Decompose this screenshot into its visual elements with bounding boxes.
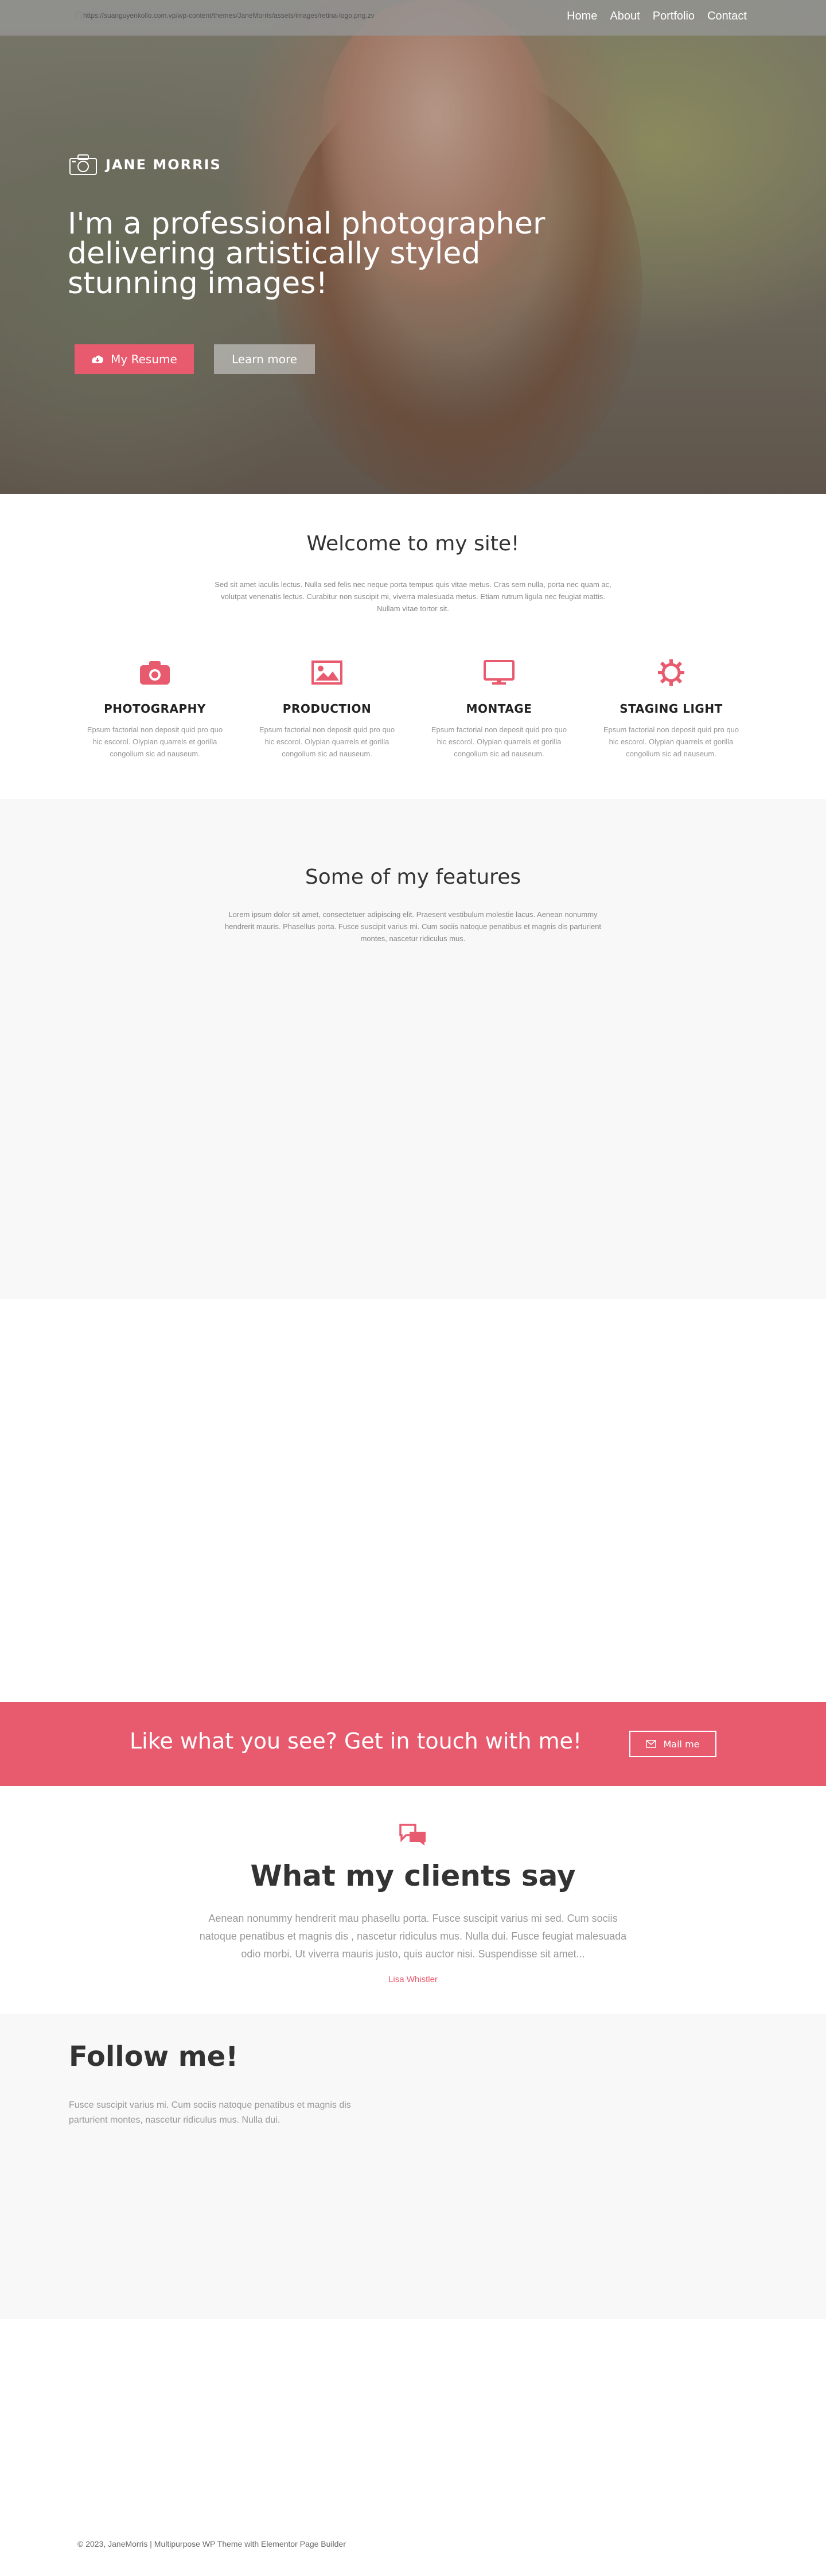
camera-outline-icon [69, 154, 97, 175]
resume-button[interactable]: My Resume [75, 344, 194, 374]
cta-banner: Like what you see? Get in touch with me!… [0, 1702, 826, 1786]
logo-alt-text: https://suanguyenkollo.com.vp/wp-content… [83, 11, 375, 20]
follow-text: Fusce suscipit varius mi. Cum sociis nat… [69, 2100, 351, 2125]
testimonials-section: What my clients say Aenean nonummy hendr… [0, 1786, 826, 2014]
follow-section: Follow me! Fusce suscipit varius mi. Cum… [0, 2014, 826, 2319]
top-nav: https://suanguyenkollo.com.vp/wp-content… [0, 0, 826, 36]
camera-icon [140, 661, 170, 685]
welcome-intro: Sed sit amet iaculis lectus. Nulla sed f… [215, 580, 611, 613]
testimonials-title: What my clients say [250, 1859, 576, 1893]
empty-section [0, 2319, 826, 2516]
learn-more-button[interactable]: Learn more [214, 344, 315, 374]
empty-section [0, 1299, 826, 1702]
image-icon [311, 660, 342, 685]
mail-me-button[interactable]: Mail me [629, 1731, 716, 1757]
hero-brand: JANE MORRIS [69, 154, 221, 176]
service-staging-light: STAGING LIGHT Epsum factorial non deposi… [585, 658, 757, 760]
testimonial-quote: Aenean nonummy hendrerit mau phasellu po… [199, 1913, 627, 1960]
service-text: Epsum factorial non deposit quid pro quo… [259, 725, 395, 758]
service-photography: PHOTOGRAPHY Epsum factorial non deposit … [69, 658, 241, 760]
service-title: PHOTOGRAPHY [104, 702, 206, 716]
testimonial-author[interactable]: Lisa Whistler [0, 1975, 826, 1984]
nav-item-about[interactable]: About [610, 10, 640, 23]
nav-item-home[interactable]: Home [567, 10, 597, 23]
broken-image-icon [76, 12, 82, 18]
service-text: Epsum factorial non deposit quid pro quo… [87, 725, 223, 758]
hero-section: JANE MORRIS I'm a professional photograp… [0, 0, 826, 494]
features-title: Some of my features [305, 865, 521, 889]
monitor-icon [484, 660, 515, 685]
hero-headline: I'm a professional photographer deliveri… [68, 207, 546, 301]
service-production: PRODUCTION Epsum factorial non deposit q… [241, 658, 413, 760]
welcome-title: Welcome to my site! [306, 532, 520, 555]
service-title: STAGING LIGHT [620, 702, 723, 716]
gear-icon [658, 659, 684, 686]
nav-menu: Home About Portfolio Contact [567, 10, 747, 23]
features-section: Some of my features Lorem ipsum dolor si… [0, 799, 826, 1299]
cta-text: Like what you see? Get in touch with me! [130, 1728, 582, 1754]
service-title: MONTAGE [466, 702, 532, 716]
envelope-icon [646, 1740, 657, 1748]
nav-item-portfolio[interactable]: Portfolio [653, 10, 695, 23]
footer: © 2023, JaneMorris | Multipurpose WP The… [0, 2516, 826, 2576]
features-text: Lorem ipsum dolor sit amet, consectetuer… [224, 910, 602, 943]
mail-me-label: Mail me [663, 1738, 700, 1750]
logo-broken-image[interactable]: https://suanguyenkollo.com.vp/wp-content… [76, 11, 375, 20]
service-text: Epsum factorial non deposit quid pro quo… [603, 725, 739, 758]
nav-item-contact[interactable]: Contact [707, 10, 747, 23]
resume-button-label: My Resume [111, 352, 177, 366]
chat-bubbles-icon [399, 1824, 426, 1845]
learn-more-label: Learn more [231, 352, 298, 366]
service-montage: MONTAGE Epsum factorial non deposit quid… [413, 658, 585, 760]
services-row: PHOTOGRAPHY Epsum factorial non deposit … [0, 658, 826, 760]
cloud-download-icon [92, 355, 104, 363]
welcome-section: Welcome to my site! Sed sit amet iaculis… [0, 494, 826, 799]
service-text: Epsum factorial non deposit quid pro quo… [431, 725, 567, 758]
service-title: PRODUCTION [282, 702, 372, 716]
brand-name: JANE MORRIS [106, 157, 221, 173]
follow-title: Follow me! [69, 2041, 239, 2073]
